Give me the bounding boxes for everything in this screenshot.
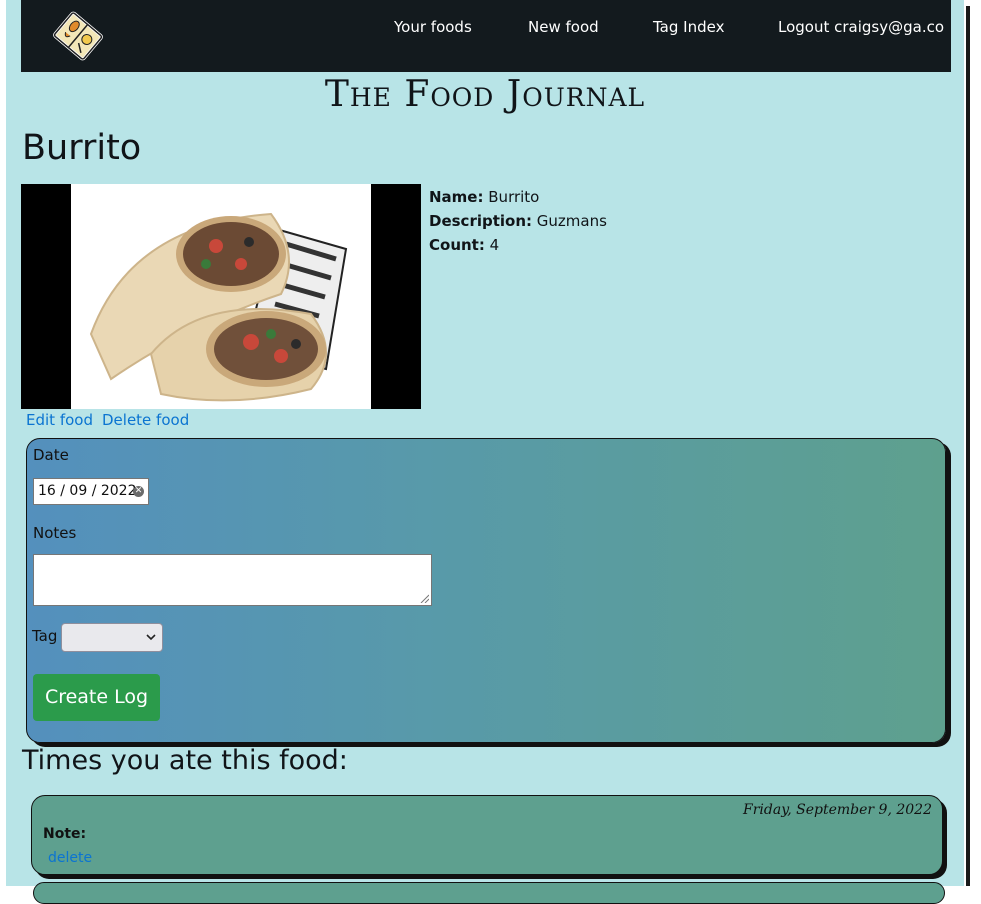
nav-your-foods[interactable]: Your foods	[394, 18, 472, 36]
clear-date-icon[interactable]: ✕	[133, 486, 144, 497]
food-count-row: Count: 4	[429, 233, 607, 257]
resize-grip-icon[interactable]	[419, 593, 429, 603]
navbar: Your foods New food Tag Index Logout cra…	[21, 0, 951, 72]
notes-label: Notes	[33, 524, 77, 542]
food-count-value: 4	[489, 236, 500, 254]
create-log-button[interactable]: Create Log	[33, 674, 160, 721]
food-description-row: Description: Guzmans	[429, 209, 607, 233]
name-label: Name:	[429, 188, 484, 206]
note-label: Note:	[43, 826, 87, 842]
date-input[interactable]: 16 / 09 / 2022 ✕	[33, 478, 149, 505]
chevron-down-icon	[146, 634, 156, 641]
food-name-value: Burrito	[488, 188, 540, 206]
times-heading: Times you ate this food:	[22, 745, 348, 776]
food-photo	[21, 184, 421, 409]
tag-label: Tag	[32, 627, 58, 645]
date-value: 16 / 09 / 2022	[38, 483, 137, 499]
date-label: Date	[33, 446, 69, 464]
nav-logout[interactable]: Logout craigsy@ga.co	[778, 18, 944, 36]
delete-food-link[interactable]: Delete food	[102, 411, 189, 429]
edit-food-link[interactable]: Edit food	[26, 411, 93, 429]
count-label: Count:	[429, 236, 485, 254]
nav-new-food[interactable]: New food	[528, 18, 599, 36]
scrollbar-edge	[966, 6, 970, 886]
log-entry-card: Friday, September 9, 2022 Note: delete	[31, 795, 943, 875]
create-log-form: Date 16 / 09 / 2022 ✕ Notes Tag Create L…	[26, 438, 946, 743]
log-entry-card	[33, 882, 945, 904]
delete-log-link[interactable]: delete	[48, 850, 92, 866]
food-name-row: Name: Burrito	[429, 185, 607, 209]
tag-select[interactable]	[61, 623, 163, 652]
food-journal-logo-icon[interactable]	[49, 7, 107, 65]
log-date: Friday, September 9, 2022	[743, 802, 932, 818]
food-details: Name: Burrito Description: Guzmans Count…	[429, 185, 607, 257]
food-title: Burrito	[22, 128, 142, 168]
site-title: The Food Journal	[324, 74, 646, 115]
food-description-value: Guzmans	[536, 212, 607, 230]
notes-textarea[interactable]	[33, 554, 432, 606]
description-label: Description:	[429, 212, 533, 230]
nav-tag-index[interactable]: Tag Index	[653, 18, 724, 36]
